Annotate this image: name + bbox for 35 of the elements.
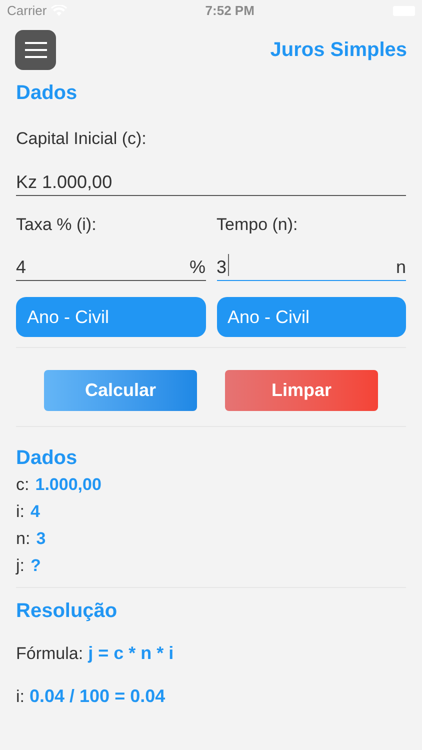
menu-button[interactable] — [15, 30, 56, 70]
section-heading: Dados — [16, 446, 78, 471]
step-label: Fórmula: — [16, 643, 84, 665]
step-label: i: — [16, 686, 24, 708]
status-time: 7:52 PM — [205, 2, 254, 20]
app-title: Juros Simples — [270, 38, 407, 63]
section-heading: Resolução — [16, 599, 118, 624]
input-value: Kz 1.000,00 — [16, 172, 112, 190]
section-heading: Dados — [16, 81, 78, 106]
calculate-button[interactable]: Calcular — [44, 370, 197, 411]
clear-button[interactable]: Limpar — [225, 370, 378, 411]
field-label: Taxa % (i): — [16, 214, 98, 236]
input-field[interactable]: 3 n — [216, 249, 406, 281]
data-value: 4 — [30, 501, 40, 523]
carrier-label: Carrier — [7, 2, 47, 20]
input-field[interactable]: 4 % — [16, 249, 206, 281]
period-dropdown[interactable]: Ano - Civil — [16, 297, 206, 337]
data-value: 1.000,00 — [35, 474, 102, 496]
text-cursor — [228, 254, 229, 276]
unit-suffix: n — [396, 258, 406, 276]
input-field[interactable]: Kz 1.000,00 — [16, 164, 406, 196]
field-label: Capital Inicial (c): — [16, 128, 148, 150]
data-label: i: — [16, 501, 24, 523]
period-dropdown[interactable]: Ano - Civil — [216, 297, 406, 337]
input-value: 3 — [216, 258, 227, 276]
input-value: 4 — [16, 258, 26, 276]
unit-suffix: % — [189, 258, 206, 276]
field-label: Tempo (n): — [216, 214, 299, 236]
data-label: n: — [16, 528, 30, 550]
step-value: 0.04 / 100 = 0.04 — [30, 685, 166, 708]
data-value: 3 — [36, 528, 46, 550]
data-label: c: — [16, 474, 30, 496]
step-value: j = c * n * i — [88, 642, 174, 665]
data-value: ? — [30, 555, 41, 577]
data-label: j: — [16, 555, 24, 577]
